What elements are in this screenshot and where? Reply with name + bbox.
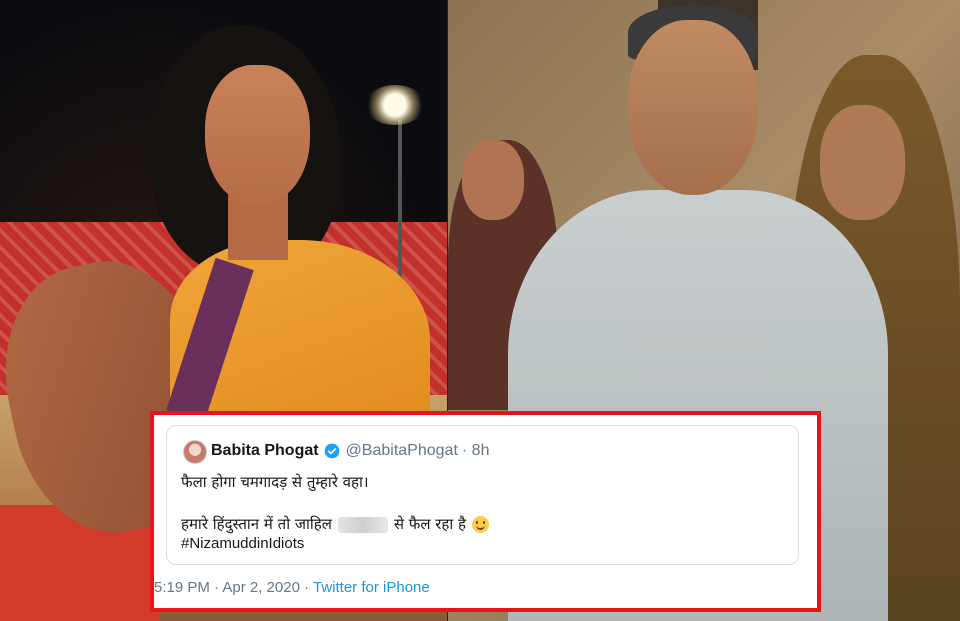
tweet-text-after-blur: से फैल रहा है [393, 515, 467, 533]
tweet-text-line-2: हमारे हिंदुस्तान में तो जाहिल से फैल रहा … [181, 514, 490, 534]
hashtag-link[interactable]: #NizamuddinIdiots [181, 535, 304, 552]
smiling-face-icon [472, 516, 490, 533]
avatar[interactable] [183, 440, 207, 464]
woman-face [205, 65, 310, 205]
tweet-card: Babita Phogat @BabitaPhogat · 8h फैला हो… [166, 425, 799, 565]
tweet-timestamp[interactable]: 5:19 PM · Apr 2, 2020 · [154, 579, 309, 596]
tweet-meta-row: 5:19 PM · Apr 2, 2020 · Twitter for iPho… [154, 579, 430, 596]
stadium-light [365, 85, 425, 125]
tweet-text-line-1: फैला होगा चमगादड़ से तुम्हारे वहा। [181, 473, 369, 491]
tweet-highlight-frame: Babita Phogat @BabitaPhogat · 8h फैला हो… [150, 411, 821, 612]
author-handle[interactable]: @BabitaPhogat [346, 442, 458, 460]
woman-in-shawl-face [820, 105, 905, 220]
tweet-text-before-blur: हमारे हिंदुस्तान में तो जाहिल [181, 515, 332, 533]
author-display-name[interactable]: Babita Phogat [211, 442, 319, 460]
tweet-age[interactable]: · 8h [462, 442, 490, 460]
blurred-word [337, 516, 388, 533]
tweet-author-row: Babita Phogat @BabitaPhogat · 8h [211, 439, 489, 463]
tweet-source-link[interactable]: Twitter for iPhone [313, 579, 430, 596]
verified-badge-icon [324, 443, 339, 459]
boy-face [462, 140, 524, 220]
man-face [628, 20, 758, 195]
